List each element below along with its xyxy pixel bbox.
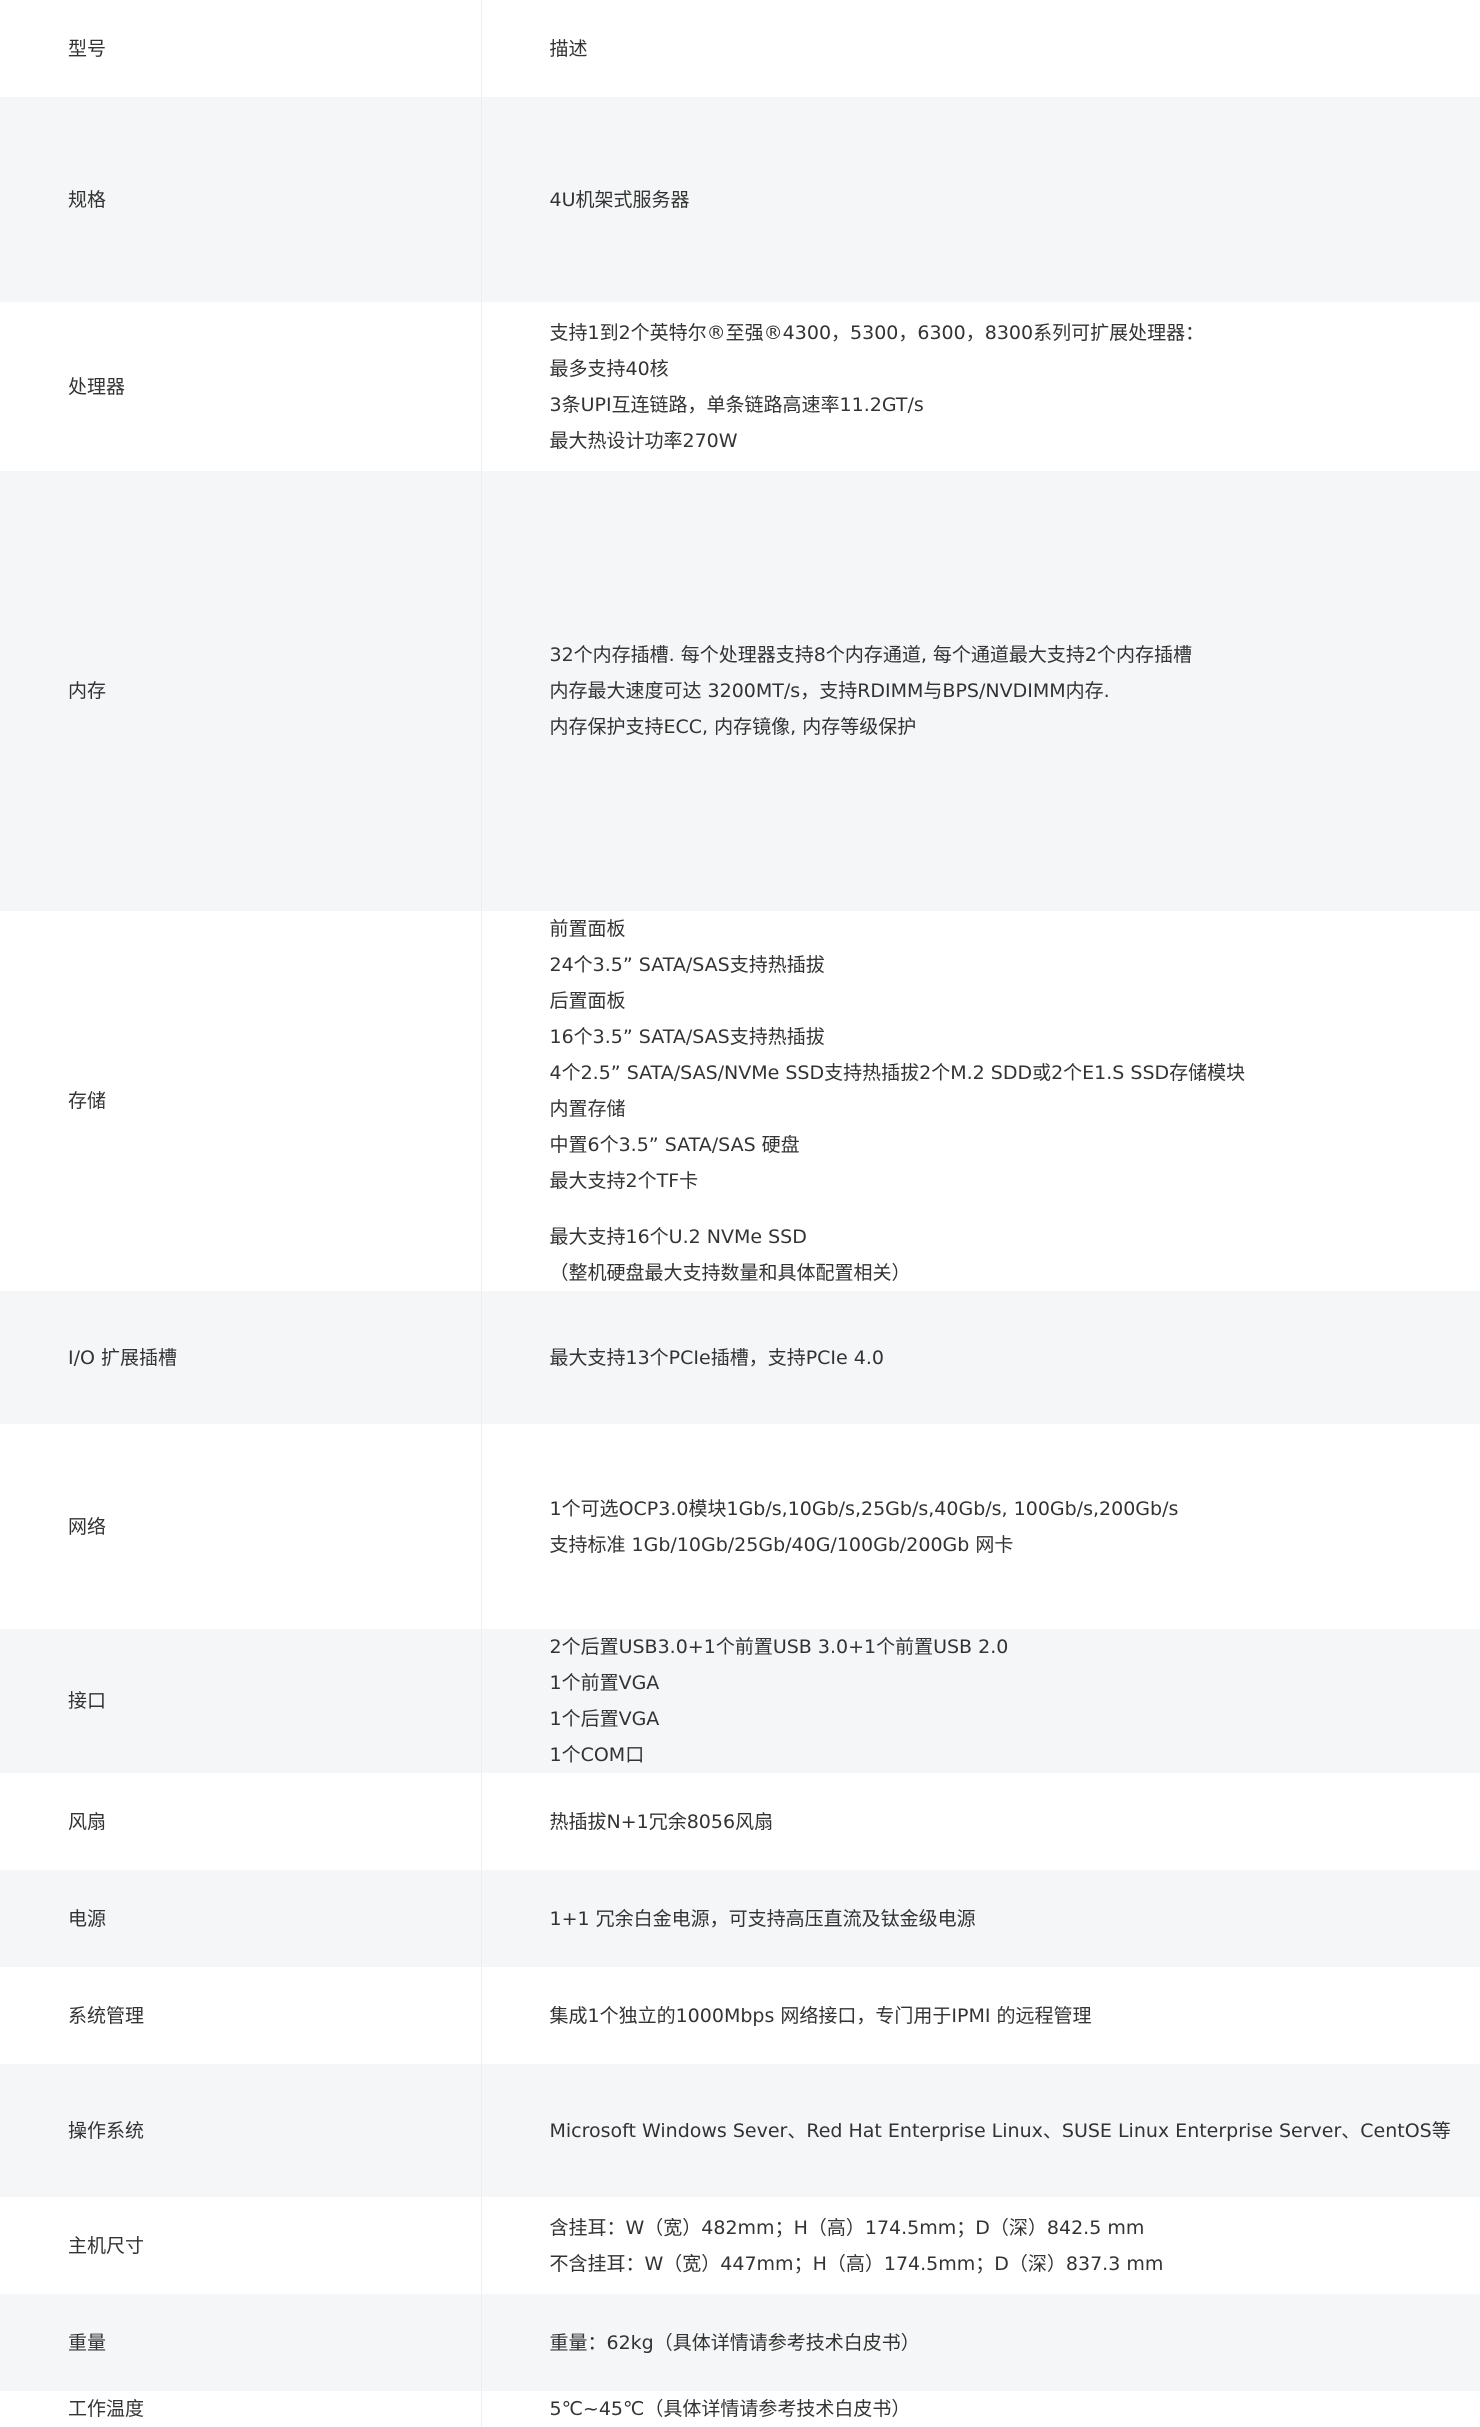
- table-row: 操作系统 Microsoft Windows Sever、Red Hat Ente…: [0, 2064, 1480, 2197]
- table-header-row: 型号 描述: [0, 0, 1480, 97]
- table-row: 处理器 支持1到2个英特尔®至强®4300，5300，6300，8300系列可扩展…: [0, 302, 1480, 471]
- spec-value-line: 4U机架式服务器: [549, 188, 690, 211]
- spec-value-cell: 1+1 冗余白金电源，可支持高压直流及钛金级电源: [481, 1870, 1480, 1967]
- spec-value-cell: 含挂耳：W（宽）482mm；H（高）174.5mm；D（深）842.5 mm 不含…: [481, 2197, 1480, 2294]
- spec-value-line: 集成1个独立的1000Mbps 网络接口，专门用于IPMI 的远程管理: [549, 2004, 1092, 2027]
- spec-value-line: 含挂耳：W（宽）482mm；H（高）174.5mm；D（深）842.5 mm: [549, 2216, 1145, 2239]
- spec-value-cell: Microsoft Windows Sever、Red Hat Enterpri…: [481, 2064, 1480, 2197]
- spec-key-cell: I/O 扩展插槽: [0, 1291, 482, 1424]
- spec-value-cell: 32个内存插槽. 每个处理器支持8个内存通道, 每个通道最大支持2个内存插槽 内存…: [481, 471, 1480, 911]
- spec-value-line: 内存保护支持ECC, 内存镜像, 内存等级保护: [549, 716, 917, 738]
- table-row: I/O 扩展插槽 最大支持13个PCIe插槽，支持PCIe 4.0: [0, 1291, 1480, 1424]
- table-row: 系统管理 集成1个独立的1000Mbps 网络接口，专门用于IPMI 的远程管理: [0, 1967, 1480, 2064]
- spec-value-line: 最多支持40核: [549, 357, 669, 380]
- table-row: 工作温度 5℃~45℃（具体详情请参考技术白皮书）: [0, 2391, 1480, 2427]
- spec-key-cell: 操作系统: [0, 2064, 482, 2197]
- spec-value-cell: 2个后置USB3.0+1个前置USB 3.0+1个前置USB 2.0 1个前置VG…: [481, 1629, 1480, 1773]
- spec-key-cell: 系统管理: [0, 1967, 482, 2064]
- spec-value-line: 重量：62kg（具体详情请参考技术白皮书）: [549, 2331, 920, 2354]
- spec-value-line: 1+1 冗余白金电源，可支持高压直流及钛金级电源: [549, 1907, 976, 1930]
- spec-value-line: 最大热设计功率270W: [549, 429, 738, 452]
- spec-value-line: 16个3.5” SATA/SAS支持热插拔: [549, 1026, 825, 1048]
- spec-value-cell: 热插拔N+1冗余8056风扇: [481, 1773, 1480, 1870]
- spec-value-line: 最大支持2个TF卡: [549, 1170, 699, 1192]
- table-row: 接口 2个后置USB3.0+1个前置USB 3.0+1个前置USB 2.0 1个前置…: [0, 1629, 1480, 1773]
- spec-value-line: 支持1到2个英特尔®至强®4300，5300，6300，8300系列可扩展处理器…: [549, 321, 1205, 344]
- spec-value-cell: 前置面板 24个3.5” SATA/SAS支持热插拔 后置面板 16个3.5” SAT…: [481, 911, 1480, 1291]
- table-row: 主机尺寸 含挂耳：W（宽）482mm；H（高）174.5mm；D（深）842.5 …: [0, 2197, 1480, 2294]
- table-row: 规格 4U机架式服务器: [0, 97, 1480, 302]
- spec-value-line: 2个后置USB3.0+1个前置USB 3.0+1个前置USB 2.0: [549, 1636, 1009, 1658]
- spec-value-line: 内存最大速度可达 3200MT/s，支持RDIMM与BPS/NVDIMM内存.: [549, 680, 1110, 702]
- spec-key-cell: 处理器: [0, 302, 482, 471]
- spec-value-cell: 最大支持13个PCIe插槽，支持PCIe 4.0: [481, 1291, 1480, 1424]
- spec-value-line: 不含挂耳：W（宽）447mm；H（高）174.5mm；D（深）837.3 mm: [549, 2252, 1164, 2275]
- spec-value-line: 1个COM口: [549, 1744, 645, 1766]
- spec-value-line: 32个内存插槽. 每个处理器支持8个内存通道, 每个通道最大支持2个内存插槽: [549, 644, 1193, 666]
- spec-value-line: 4个2.5” SATA/SAS/NVMe SSD支持热插拔2个M.2 SDD或2…: [549, 1062, 1246, 1084]
- spec-value-line: 支持标准 1Gb/10Gb/25Gb/40G/100Gb/200Gb 网卡: [549, 1533, 1014, 1556]
- spec-value-line: 1个后置VGA: [549, 1708, 660, 1730]
- spec-key-cell: 存储: [0, 911, 482, 1291]
- spec-value-line: 内置存储: [549, 1098, 626, 1120]
- spec-key-cell: 接口: [0, 1629, 482, 1773]
- header-description-cell: 描述: [481, 0, 1480, 97]
- table-row: 存储 前置面板 24个3.5” SATA/SAS支持热插拔 后置面板 16个3.5” S…: [0, 911, 1480, 1291]
- spec-key-cell: 工作温度: [0, 2391, 482, 2427]
- spec-value-line: 最大支持13个PCIe插槽，支持PCIe 4.0: [549, 1346, 884, 1369]
- spec-key-cell: 规格: [0, 97, 482, 302]
- spec-table: 型号 描述 规格 4U机架式服务器处理器 支持1到2个英特尔®至强®4300，530…: [0, 0, 1480, 2427]
- spec-value-line: 24个3.5” SATA/SAS支持热插拔: [549, 954, 825, 976]
- spec-value-line: Microsoft Windows Sever、Red Hat Enterpri…: [549, 2119, 1451, 2142]
- spec-value-line: 3条UPI互连链路，单条链路高速率11.2GT/s: [549, 393, 924, 416]
- spec-value-line: 中置6个3.5” SATA/SAS 硬盘: [549, 1134, 800, 1156]
- spec-value-cell: 重量：62kg（具体详情请参考技术白皮书）: [481, 2294, 1480, 2391]
- spec-value-line: 1个可选OCP3.0模块1Gb/s,10Gb/s,25Gb/s,40Gb/s, …: [549, 1497, 1179, 1520]
- table-row: 网络 1个可选OCP3.0模块1Gb/s,10Gb/s,25Gb/s,40Gb/s…: [0, 1424, 1480, 1629]
- spec-value-line: 5℃~45℃（具体详情请参考技术白皮书）: [549, 2398, 911, 2420]
- spec-key-cell: 网络: [0, 1424, 482, 1629]
- spec-key-cell: 重量: [0, 2294, 482, 2391]
- spec-key-cell: 风扇: [0, 1773, 482, 1870]
- table-row: 风扇 热插拔N+1冗余8056风扇: [0, 1773, 1480, 1870]
- spec-key-cell: 主机尺寸: [0, 2197, 482, 2294]
- spec-value-cell: 4U机架式服务器: [481, 97, 1480, 302]
- spec-value-line: （整机硬盘最大支持数量和具体配置相关）: [549, 1262, 911, 1284]
- table-row: 内存 32个内存插槽. 每个处理器支持8个内存通道, 每个通道最大支持2个内存插槽…: [0, 471, 1480, 911]
- spec-value-cell: 集成1个独立的1000Mbps 网络接口，专门用于IPMI 的远程管理: [481, 1967, 1480, 2064]
- table-row: 重量 重量：62kg（具体详情请参考技术白皮书）: [0, 2294, 1480, 2391]
- spec-value-cell: 5℃~45℃（具体详情请参考技术白皮书）: [481, 2391, 1480, 2427]
- table-row: 电源 1+1 冗余白金电源，可支持高压直流及钛金级电源: [0, 1870, 1480, 1967]
- spec-value-line: 1个前置VGA: [549, 1672, 660, 1694]
- spec-key-cell: 电源: [0, 1870, 482, 1967]
- spec-key-cell: 内存: [0, 471, 482, 911]
- spec-table-body: 型号 描述 规格 4U机架式服务器处理器 支持1到2个英特尔®至强®4300，530…: [0, 0, 1480, 2427]
- spec-value-cell: 支持1到2个英特尔®至强®4300，5300，6300，8300系列可扩展处理器…: [481, 302, 1480, 471]
- spec-value-line: 最大支持16个U.2 NVMe SSD: [549, 1226, 807, 1248]
- spec-value-line: 热插拔N+1冗余8056风扇: [549, 1810, 774, 1833]
- header-model-cell: 型号: [0, 0, 482, 97]
- spec-value-line: 前置面板: [549, 918, 626, 940]
- spec-value-cell: 1个可选OCP3.0模块1Gb/s,10Gb/s,25Gb/s,40Gb/s, …: [481, 1424, 1480, 1629]
- spec-value-line: 后置面板: [549, 990, 626, 1012]
